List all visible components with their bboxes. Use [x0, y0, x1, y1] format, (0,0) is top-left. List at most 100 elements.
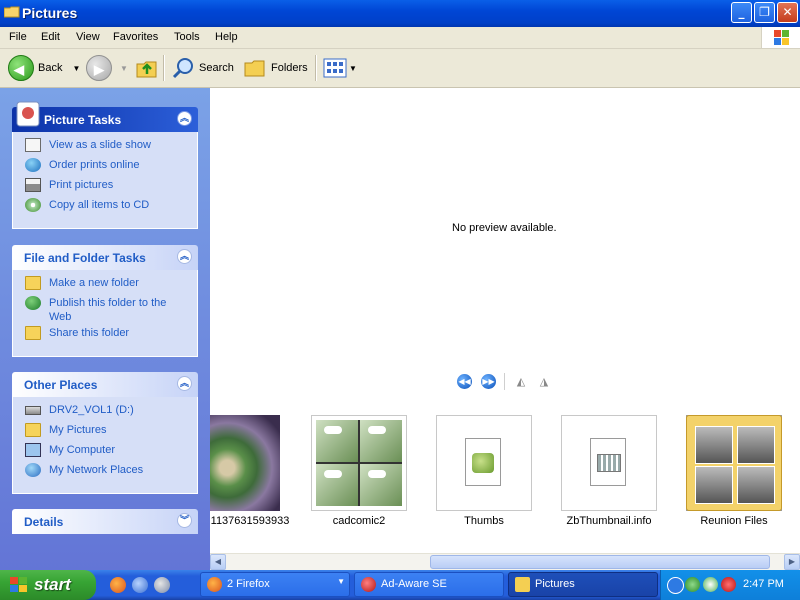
file-label[interactable]: 1137631593933	[210, 515, 308, 527]
back-dropdown-icon[interactable]: ▼	[72, 64, 80, 73]
views-dropdown-icon[interactable]: ▼	[349, 64, 357, 73]
toolbar-separator	[163, 55, 165, 81]
start-button[interactable]: start	[0, 570, 96, 600]
firefox-quicklaunch-icon[interactable]	[110, 577, 126, 593]
place-label: My Network Places	[49, 464, 144, 476]
collapse-chevron-icon[interactable]: ︽	[177, 376, 192, 391]
details-header[interactable]: Details ︾	[12, 509, 198, 534]
order-prints-icon	[25, 158, 41, 172]
task-view-slide-show[interactable]: View as a slide show	[13, 138, 197, 158]
collapse-chevron-icon[interactable]: ︽	[177, 249, 192, 264]
folder-icon	[686, 415, 782, 511]
picture-tasks-header[interactable]: Picture Tasks ︽	[12, 101, 198, 132]
restore-button[interactable]: ❐	[754, 2, 775, 23]
taskbar-button-pictures[interactable]: Pictures	[508, 572, 658, 597]
task-label: Copy all items to CD	[49, 199, 150, 211]
close-button[interactable]: ✕	[777, 2, 798, 23]
windows-flag-icon	[10, 577, 27, 592]
task-order-prints[interactable]: Order prints online	[13, 158, 197, 178]
next-image-button[interactable]: ▶▶	[481, 374, 496, 389]
task-label: Share this folder	[49, 327, 130, 339]
task-make-new-folder[interactable]: Make a new folder	[13, 276, 197, 296]
forward-button[interactable]: ▶ ▼	[86, 53, 128, 83]
show-hidden-icons-chevron-icon[interactable]	[667, 577, 684, 594]
picture-tasks-title: Picture Tasks	[44, 113, 122, 127]
taskbar-button-label: 2 Firefox	[227, 578, 270, 590]
system-tray: 2:47 PM	[660, 570, 800, 600]
thumbs-db-icon	[465, 438, 501, 486]
rotate-counterclockwise-icon[interactable]: ◮	[537, 376, 551, 387]
place-label: My Computer	[49, 444, 116, 456]
search-button[interactable]: Search	[171, 53, 234, 83]
window-title: Pictures	[22, 5, 78, 21]
scroll-right-button[interactable]: ▶	[784, 554, 800, 570]
file-label[interactable]: ZbThumbnail.info	[549, 515, 669, 527]
comic-image-thumbnail	[316, 420, 402, 506]
collapse-chevron-icon[interactable]: ︽	[177, 111, 192, 126]
details-panel: Details ︾	[12, 509, 198, 534]
file-label[interactable]: Thumbs	[424, 515, 544, 527]
taskbar-button-firefox[interactable]: 2 Firefox ▼	[200, 572, 350, 597]
folder-photo-preview	[737, 426, 775, 464]
menu-tools[interactable]: Tools	[174, 31, 200, 43]
no-preview-message: No preview available.	[452, 222, 557, 234]
task-label: Publish this folder to the Web	[49, 297, 167, 323]
menu-favorites[interactable]: Favorites	[113, 31, 158, 43]
scroll-left-button[interactable]: ◀	[210, 554, 226, 570]
minimize-button[interactable]: _	[731, 2, 752, 23]
menu-view[interactable]: View	[76, 31, 100, 43]
task-label: Make a new folder	[49, 277, 139, 289]
taskbar-button-ad-aware[interactable]: Ad-Aware SE	[354, 572, 504, 597]
task-share-folder[interactable]: Share this folder	[13, 326, 197, 346]
file-thumbnail[interactable]	[311, 415, 407, 511]
task-publish-folder[interactable]: Publish this folder to the Web	[13, 296, 179, 326]
task-print-pictures[interactable]: Print pictures	[13, 178, 197, 198]
horizontal-scrollbar[interactable]: ◀ ▶	[210, 553, 800, 570]
details-title: Details	[24, 515, 64, 529]
task-copy-to-cd[interactable]: Copy all items to CD	[13, 198, 197, 218]
file-thumbnail[interactable]	[210, 415, 280, 511]
preview-controls-separator	[504, 373, 505, 390]
folder-icon	[4, 6, 20, 18]
place-my-computer[interactable]: My Computer	[13, 443, 197, 463]
views-button[interactable]: ▼	[323, 53, 357, 83]
up-folder-button[interactable]	[135, 53, 159, 83]
forward-dropdown-icon[interactable]: ▼	[120, 64, 128, 73]
menu-edit[interactable]: Edit	[41, 31, 60, 43]
other-places-panel: Other Places ︽ DRV2_VOL1 (D:) My Picture…	[12, 372, 198, 494]
place-my-pictures[interactable]: My Pictures	[13, 423, 197, 443]
security-shield-icon[interactable]	[721, 577, 736, 592]
utorrent-icon[interactable]	[685, 577, 700, 592]
quicklaunch-icon[interactable]	[154, 577, 170, 593]
back-label: Back	[38, 62, 63, 74]
printer-icon	[25, 178, 41, 192]
file-thumbnail[interactable]	[686, 415, 782, 511]
drive-icon	[25, 406, 41, 415]
explorer-window: Pictures _ ❐ ✕ File Edit View Favorites …	[0, 0, 800, 570]
menu-help[interactable]: Help	[215, 31, 238, 43]
folder-photo-preview	[695, 466, 733, 504]
expand-chevron-icon[interactable]: ︾	[177, 513, 192, 528]
slide-show-icon	[25, 138, 41, 152]
quicklaunch-icon[interactable]	[132, 577, 148, 593]
file-label[interactable]: Reunion Files	[674, 515, 794, 527]
picture-tasks-panel: Picture Tasks ︽ View as a slide show Ord…	[12, 101, 198, 229]
start-label: start	[34, 575, 71, 594]
back-button[interactable]: ◀ Back ▼	[8, 53, 80, 83]
title-bar[interactable]: Pictures _ ❐ ✕	[0, 0, 800, 27]
rotate-clockwise-icon[interactable]: ◭	[514, 376, 528, 387]
place-drive-d[interactable]: DRV2_VOL1 (D:)	[13, 403, 197, 423]
file-folder-tasks-header[interactable]: File and Folder Tasks ︽	[12, 245, 198, 270]
folders-button[interactable]: Folders	[243, 53, 308, 83]
place-my-network[interactable]: My Network Places	[13, 463, 197, 483]
scrollbar-thumb[interactable]	[430, 555, 770, 569]
menu-file[interactable]: File	[9, 31, 27, 43]
previous-image-button[interactable]: ◀◀	[457, 374, 472, 389]
windows-logo-icon	[761, 27, 800, 48]
file-label[interactable]: cadcomic2	[299, 515, 419, 527]
other-places-header[interactable]: Other Places ︽	[12, 372, 198, 397]
file-thumbnail[interactable]	[561, 415, 657, 511]
clock: 2:47 PM	[743, 578, 784, 590]
file-thumbnail[interactable]	[436, 415, 532, 511]
network-icon[interactable]	[703, 577, 718, 592]
